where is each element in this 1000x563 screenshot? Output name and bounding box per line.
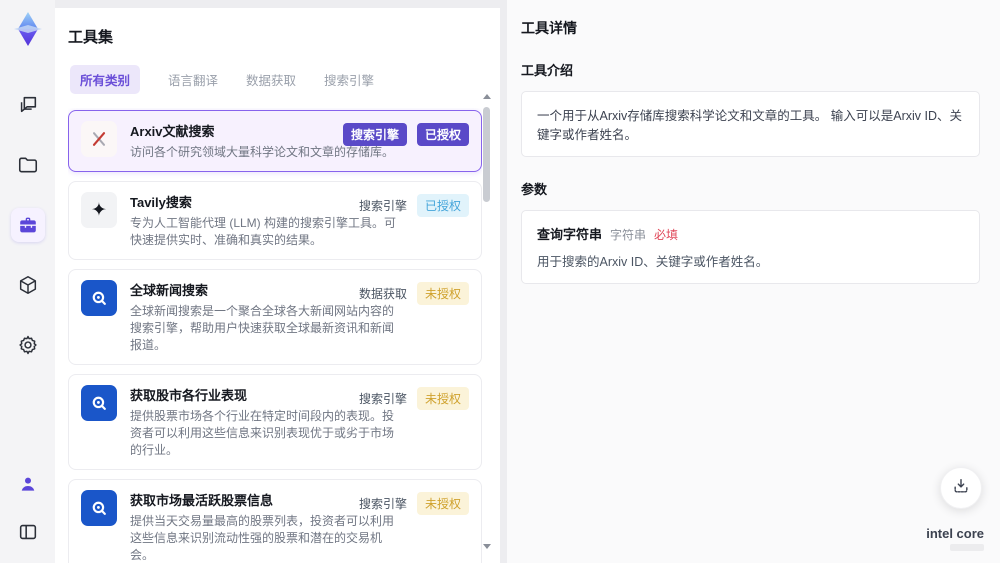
category-tabs: 所有类别 语言翻译 数据获取 搜索引擎: [70, 65, 500, 94]
param-box: 查询字符串 字符串 必填 用于搜索的Arxiv ID、关键字或作者姓名。: [521, 210, 980, 284]
brand-label: intel core: [926, 525, 984, 541]
tool-description: 提供当天交易量最高的股票列表，投资者可以利用这些信息来识别流动性强的股票和潜在的…: [130, 514, 395, 562]
news-tool-icon: [81, 280, 117, 316]
folder-icon: [17, 154, 39, 176]
tool-category-tag: 数据获取: [358, 287, 407, 301]
tool-card[interactable]: 全球新闻搜索 全球新闻搜索是一个聚合全球各大新闻网站内容的搜索引擎，帮助用户快速…: [68, 269, 482, 365]
sidebar-bottom: [0, 467, 55, 549]
download-icon: [951, 476, 971, 501]
sidebar-item-collapse[interactable]: [11, 515, 45, 549]
tool-card[interactable]: ✦ Tavily搜索 专为人工智能代理 (LLM) 构建的搜索引擎工具。可快速提…: [68, 181, 482, 260]
tool-auth-badge: 未授权: [416, 492, 469, 515]
tool-tags: 搜索引擎 未授权: [359, 492, 469, 515]
tool-card[interactable]: Arxiv文献搜索 访问各个研究领域大量科学论文和文章的存储库。 搜索引擎 已授…: [68, 110, 482, 172]
tool-category-tag: 搜索引擎: [358, 497, 407, 511]
download-button[interactable]: [940, 467, 982, 509]
intro-heading: 工具介绍: [521, 63, 574, 78]
tool-auth-badge: 已授权: [416, 194, 469, 217]
tool-tags: 数据获取 未授权: [359, 282, 469, 305]
tool-detail-panel: 工具详情 工具介绍 一个用于从Arxiv存储库搜索科学论文和文章的工具。 输入可…: [507, 0, 1000, 563]
params-heading: 参数: [521, 182, 548, 197]
tool-auth-badge: 已授权: [416, 123, 469, 146]
panel-toggle-icon: [17, 521, 39, 543]
user-icon: [18, 474, 38, 494]
cube-icon: [17, 274, 39, 296]
tool-category-tag: 搜索引擎: [358, 199, 407, 213]
tool-list: Arxiv文献搜索 访问各个研究领域大量科学论文和文章的存储库。 搜索引擎 已授…: [68, 108, 482, 563]
tab-3[interactable]: 搜索引擎: [324, 70, 374, 89]
tool-category-tag: 搜索引擎: [342, 123, 407, 146]
sidebar-item-tools[interactable]: [10, 208, 45, 242]
param-name: 查询字符串: [537, 227, 603, 242]
sidebar-item-packages[interactable]: [11, 268, 45, 302]
param-description: 用于搜索的Arxiv ID、关键字或作者姓名。: [537, 255, 769, 269]
toolbox-icon: [17, 214, 39, 236]
stock-tool-icon: [81, 385, 117, 421]
tool-tags: 搜索引擎 未授权: [359, 387, 469, 410]
tab-2[interactable]: 数据获取: [246, 70, 296, 89]
intro-box: 一个用于从Arxiv存储库搜索科学论文和文章的工具。 输入可以是Arxiv ID…: [521, 91, 980, 157]
intro-text: 一个用于从Arxiv存储库搜索科学论文和文章的工具。 输入可以是Arxiv ID…: [537, 109, 963, 142]
intel-core-badge: intel core: [926, 525, 984, 551]
gear-icon: [17, 334, 39, 356]
tool-list-panel: 工具集 所有类别 语言翻译 数据获取 搜索引擎 Arxiv文献搜索 访问各个研究领域大…: [55, 8, 500, 563]
tab-0[interactable]: 所有类别: [70, 65, 141, 94]
app-logo-icon: [11, 10, 45, 48]
page-title: 工具集: [68, 29, 114, 46]
stock-tool-icon: [81, 490, 117, 526]
tool-card[interactable]: 获取股市各行业表现 提供股票市场各个行业在特定时间段内的表现。投资者可以利用这些…: [68, 374, 482, 470]
tool-tags: 搜索引擎 已授权: [342, 123, 469, 146]
scroll-up-arrow[interactable]: [482, 94, 491, 99]
brand-text: intel core: [926, 525, 984, 541]
param-type: 字符串: [610, 228, 647, 242]
sidebar-nav: [10, 88, 45, 362]
sidebar-item-settings[interactable]: [11, 328, 45, 362]
tavily-tool-icon: ✦: [81, 192, 117, 228]
tool-description: 访问各个研究领域大量科学论文和文章的存储库。: [130, 145, 395, 159]
tool-description: 全球新闻搜索是一个聚合全球各大新闻网站内容的搜索引擎，帮助用户快速获取全球最新资…: [130, 304, 395, 352]
scrollbar-thumb[interactable]: [483, 107, 490, 202]
arxiv-tool-icon: [81, 121, 117, 157]
brand-sub-mark: [950, 544, 984, 551]
sidebar-item-account[interactable]: [11, 467, 45, 501]
tool-description: 提供股票市场各个行业在特定时间段内的表现。投资者可以利用这些信息来识别表现优于或…: [130, 409, 395, 457]
tool-auth-badge: 未授权: [416, 282, 469, 305]
param-required-badge: 必填: [654, 228, 679, 242]
chat-icon: [17, 94, 39, 116]
list-scrollbar[interactable]: [482, 94, 491, 549]
scroll-down-arrow[interactable]: [482, 544, 491, 549]
sidebar: [0, 0, 55, 563]
tab-1[interactable]: 语言翻译: [168, 70, 218, 89]
tool-tags: 搜索引擎 已授权: [359, 194, 469, 217]
tool-auth-badge: 未授权: [416, 387, 469, 410]
tool-description: 专为人工智能代理 (LLM) 构建的搜索引擎工具。可快速提供实时、准确和真实的结…: [130, 216, 397, 247]
sidebar-item-files[interactable]: [11, 148, 45, 182]
tool-card[interactable]: 获取市场最活跃股票信息 提供当天交易量最高的股票列表，投资者可以利用这些信息来识…: [68, 479, 482, 563]
detail-title: 工具详情: [521, 20, 577, 36]
sidebar-item-chat[interactable]: [11, 88, 45, 122]
tool-category-tag: 搜索引擎: [358, 392, 407, 406]
